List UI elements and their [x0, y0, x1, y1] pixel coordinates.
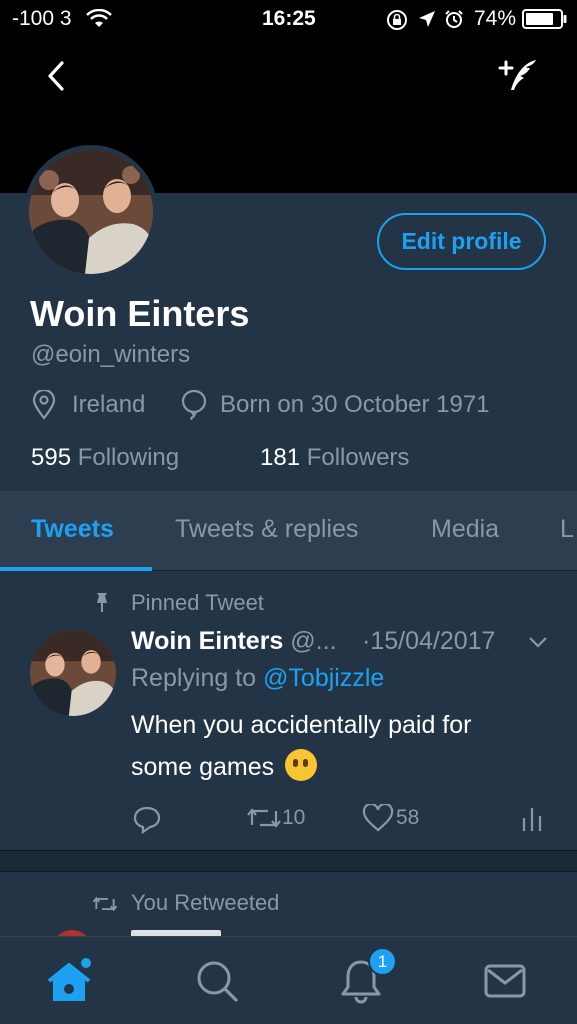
compose-tweet-button[interactable]	[496, 56, 542, 96]
followers-count-link[interactable]: 181 Followers	[260, 444, 409, 472]
replying-handle-link[interactable]: @Tobjizzle	[263, 664, 384, 692]
tab-tweets-and-replies[interactable]: Tweets & replies	[175, 515, 358, 544]
location-icon	[419, 11, 435, 27]
profile-avatar[interactable]	[24, 145, 158, 279]
home-icon	[47, 958, 91, 1001]
tweet-text-line: When you accidentally paid for	[131, 711, 472, 739]
like-button[interactable]: 58	[362, 803, 419, 833]
status-bar: -100 3 16:25 74%	[0, 0, 577, 38]
home-tab[interactable]	[46, 957, 96, 1007]
retweet-button[interactable]: 10	[246, 803, 305, 833]
birthday-text: Born on 30 October 1971	[220, 391, 490, 418]
tweet-header: Woin Einters @...	[131, 627, 337, 656]
tweet-author-handle: @...	[290, 627, 337, 655]
tab-tweets[interactable]: Tweets	[31, 515, 114, 544]
retweet-icon	[92, 896, 118, 912]
analytics-button[interactable]	[521, 804, 543, 832]
search-icon	[197, 961, 238, 1002]
hushed-face-emoji	[285, 749, 318, 781]
tweet-author-avatar[interactable]	[30, 630, 116, 716]
following-count: 595	[31, 444, 72, 471]
heart-icon	[362, 804, 394, 832]
avatar-photo	[29, 150, 153, 274]
like-count: 58	[396, 806, 420, 829]
reply-button[interactable]	[132, 804, 162, 834]
tweet-text-line: some games	[131, 753, 275, 781]
tweet-author-name[interactable]: Woin Einters	[131, 627, 283, 655]
tweet-date: ·15/04/2017	[362, 627, 496, 655]
bottom-tab-bar	[0, 936, 577, 1024]
retweeted-label: You Retweeted	[131, 890, 280, 915]
tab-media[interactable]: Media	[431, 515, 499, 544]
profile-name: Woin Einters	[30, 293, 250, 334]
signal-strength: -100 3	[12, 7, 72, 30]
profile-handle: @eoin_winters	[31, 341, 191, 368]
wifi-icon	[86, 9, 112, 27]
tweet-text-line-2: some games	[131, 746, 471, 788]
tweet-separator	[0, 850, 577, 872]
tweet-text: When you accidentally paid for some game…	[131, 704, 471, 788]
following-count-link[interactable]: 595 Following	[31, 444, 179, 472]
rotation-lock-icon	[387, 10, 407, 30]
tab-likes[interactable]: L	[560, 515, 574, 544]
edit-profile-button[interactable]: Edit profile	[377, 213, 546, 270]
profile-location: Ireland	[31, 389, 145, 421]
clock: 16:25	[262, 7, 316, 30]
following-label: Following	[77, 444, 180, 471]
retweet-icon	[247, 808, 281, 828]
reply-icon	[133, 806, 161, 834]
chevron-left-icon	[48, 61, 64, 91]
followers-label: Followers	[306, 444, 410, 471]
notification-badge: 1	[368, 947, 397, 976]
replying-prefix: Replying to	[131, 664, 257, 692]
location-pin-icon	[32, 390, 56, 420]
avatar-photo	[30, 630, 116, 716]
battery-icon	[522, 9, 567, 29]
active-tab-indicator	[0, 567, 152, 571]
alarm-icon	[445, 10, 463, 28]
profile-tabs: Tweets Tweets & replies Media L	[0, 491, 577, 571]
chevron-down-icon	[529, 637, 547, 648]
messages-tab[interactable]	[482, 957, 532, 1007]
retweeted-tweet[interactable]: You Retweeted	[0, 872, 577, 936]
balloon-icon	[181, 390, 207, 420]
followers-count: 181	[260, 444, 301, 471]
messages-icon	[484, 964, 526, 998]
compose-quill-icon	[498, 60, 536, 90]
back-button[interactable]	[40, 58, 74, 94]
analytics-icon	[522, 808, 542, 831]
battery-percent: 74%	[474, 7, 517, 30]
profile-birthday: Born on 30 October 1971	[180, 389, 490, 421]
pin-icon	[97, 593, 107, 612]
replying-to: Replying to @Tobjizzle	[131, 664, 384, 693]
pinned-tweet-label: Pinned Tweet	[131, 590, 264, 615]
retweet-count: 10	[282, 806, 306, 829]
tweet-menu-button[interactable]	[526, 632, 550, 652]
location-text: Ireland	[72, 391, 146, 418]
search-tab[interactable]	[193, 957, 243, 1007]
